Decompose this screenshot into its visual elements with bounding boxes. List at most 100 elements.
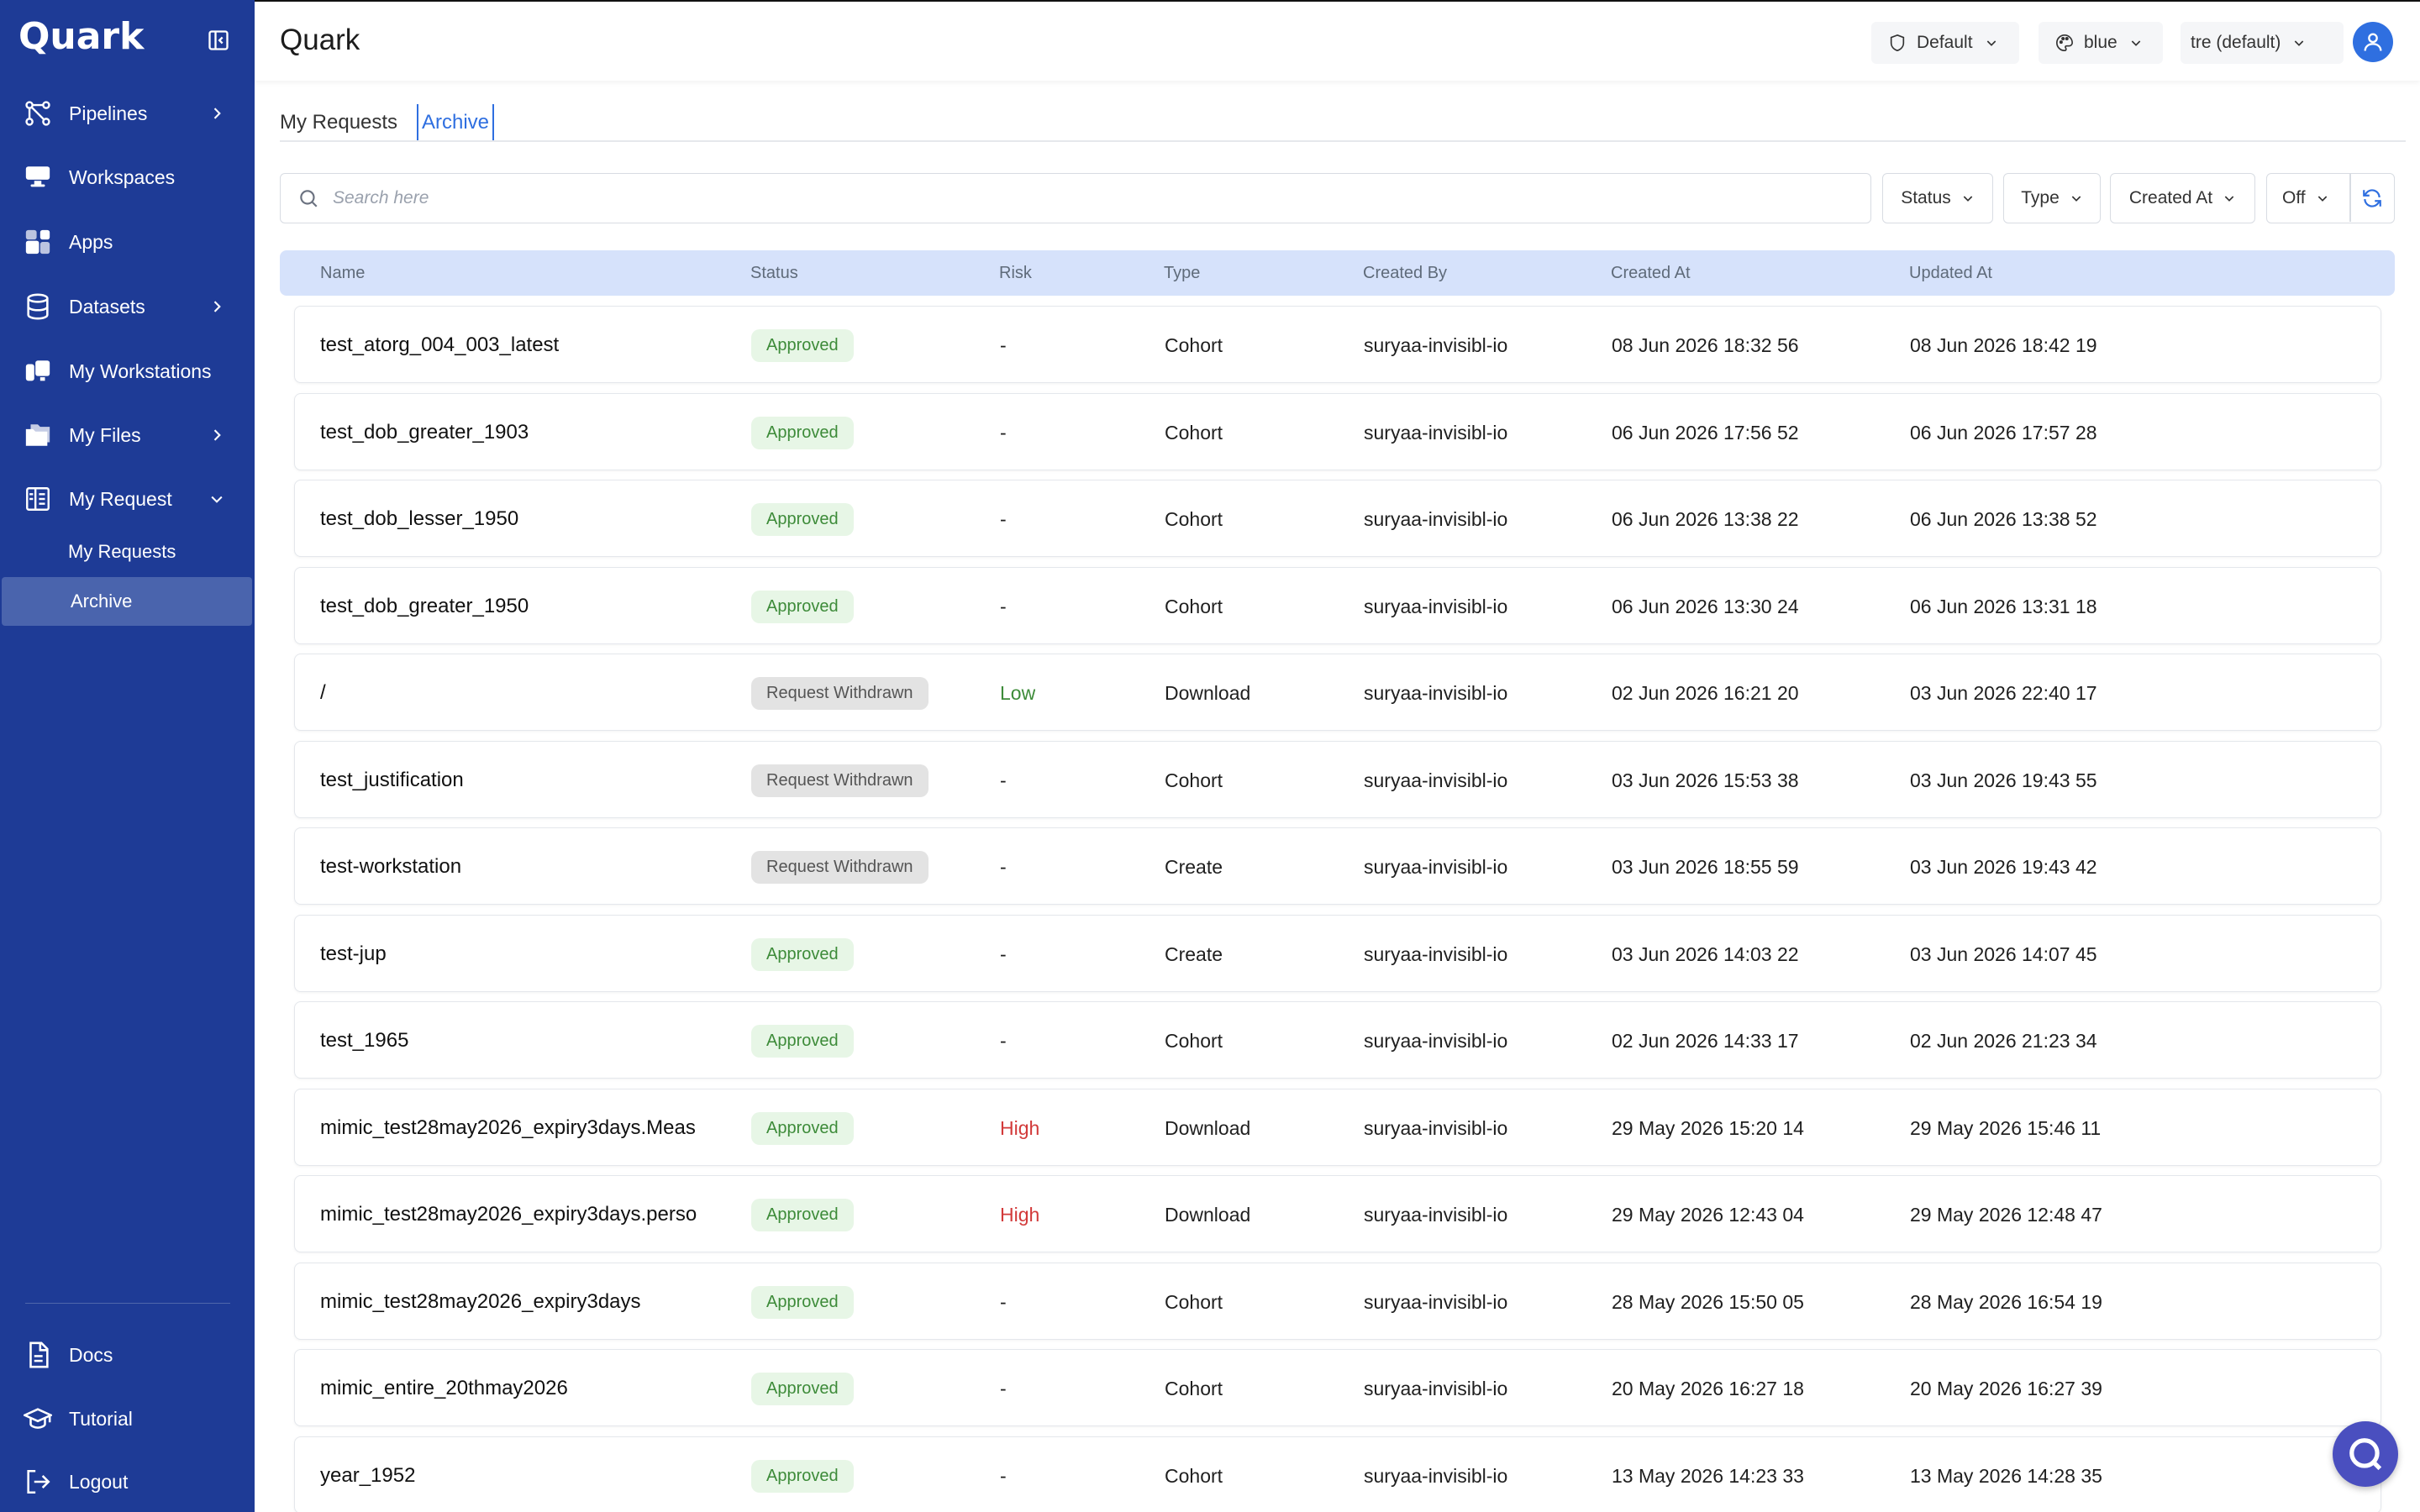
cell-updated-at: 03 Jun 2026 19:43 42: [1910, 828, 2097, 906]
status-badge: Approved: [751, 1285, 854, 1319]
cell-name-text: mimic_test28may2026_expiry3days.perso: [320, 1203, 697, 1226]
cell-created-by-text: suryaa-invisibl-io: [1364, 769, 1508, 791]
table-row[interactable]: test_dob_greater_1950 Approved - Cohort sury…: [294, 567, 2381, 644]
column-header-created-at[interactable]: Created At: [1611, 250, 1691, 296]
sidebar-item-tutorial[interactable]: Tutorial: [0, 1391, 255, 1446]
sidebar-item-my-files[interactable]: My Files: [0, 407, 255, 463]
tenant-select[interactable]: tre (default): [2181, 22, 2344, 64]
cell-created-by-text: suryaa-invisibl-io: [1364, 855, 1508, 878]
sidebar-item-logout[interactable]: Logout: [0, 1454, 255, 1509]
avatar[interactable]: [2353, 22, 2393, 62]
table-row[interactable]: mimic_test28may2026_expiry3days Approved -…: [294, 1263, 2381, 1340]
table-row[interactable]: / Request Withdrawn Low Download suryaa-invi…: [294, 654, 2381, 731]
column-header-status[interactable]: Status: [750, 250, 798, 296]
cell-status: Approved: [751, 1002, 854, 1079]
cell-updated-at-text: 13 May 2026 14:28 35: [1910, 1464, 2102, 1487]
sidebar-subitem-archive[interactable]: Archive: [2, 577, 252, 626]
cell-updated-at: 03 Jun 2026 22:40 17: [1910, 654, 2097, 732]
cell-type-text: Cohort: [1165, 333, 1223, 356]
cell-type: Cohort: [1165, 1002, 1223, 1079]
cell-risk-text: High: [1000, 1116, 1040, 1139]
cell-risk-text: -: [1000, 1464, 1007, 1487]
auto-refresh-select[interactable]: Off: [2266, 173, 2395, 223]
refresh-icon[interactable]: [2361, 187, 2383, 209]
sidebar-item-label: My Request: [69, 487, 172, 510]
sidebar-item-apps[interactable]: Apps: [0, 214, 255, 270]
cell-type: Download: [1165, 654, 1250, 732]
table-row[interactable]: test_1965 Approved - Cohort suryaa-invisibl-…: [294, 1001, 2381, 1079]
chevron-down-icon: [211, 496, 223, 503]
status-badge: Approved: [751, 590, 854, 623]
search-icon: [300, 190, 318, 207]
column-header-created-by[interactable]: Created By: [1363, 250, 1447, 296]
search-input[interactable]: [333, 188, 1761, 208]
sidebar-item-docs[interactable]: Docs: [0, 1327, 255, 1383]
cell-risk-text: -: [1000, 595, 1007, 617]
help-chat-button[interactable]: [2333, 1421, 2398, 1487]
sidebar-item-label: Workspaces: [69, 165, 176, 188]
cell-created-at: 03 Jun 2026 15:53 38: [1612, 742, 1799, 819]
files-icon: [25, 424, 50, 446]
search-box[interactable]: [280, 173, 1871, 223]
cell-created-at: 02 Jun 2026 14:33 17: [1612, 1002, 1799, 1079]
status-filter[interactable]: Status: [1882, 173, 1993, 223]
refresh-divider: [2349, 174, 2351, 222]
cell-updated-at: 28 May 2026 16:54 19: [1910, 1263, 2102, 1341]
sidebar-subitem-label: Archive: [71, 591, 133, 612]
cell-name-text: test_dob_lesser_1950: [320, 507, 519, 530]
column-header-updated-at[interactable]: Updated At: [1909, 250, 1992, 296]
theme-select[interactable]: blue: [2039, 22, 2163, 64]
table-row[interactable]: test_justification Request Withdrawn - Coho…: [294, 741, 2381, 818]
brand-logo[interactable]: Quark: [18, 15, 144, 58]
table-row[interactable]: mimic_test28may2026_expiry3days.Meas Appr…: [294, 1089, 2381, 1166]
table-row[interactable]: test-workstation Request Withdrawn - Create…: [294, 827, 2381, 905]
pipelines-icon: [25, 101, 50, 126]
cell-name-text: /: [320, 681, 326, 704]
table-row[interactable]: mimic_test28may2026_expiry3days.perso App…: [294, 1175, 2381, 1252]
cell-status: Approved: [751, 1089, 854, 1167]
chevron-down-icon: [2295, 40, 2304, 46]
sidebar-item-my-request[interactable]: My Request: [0, 471, 255, 527]
cell-updated-at-text: 28 May 2026 16:54 19: [1910, 1290, 2102, 1313]
cell-created-at: 29 May 2026 12:43 04: [1612, 1176, 1804, 1253]
sidebar-item-label: Logout: [69, 1470, 129, 1493]
cell-name: test_dob_lesser_1950: [320, 480, 702, 558]
tab-my-requests[interactable]: My Requests: [280, 104, 397, 141]
cell-created-at-text: 20 May 2026 16:27 18: [1612, 1377, 1804, 1399]
cell-updated-at-text: 08 Jun 2026 18:42 19: [1910, 333, 2097, 356]
column-header-type[interactable]: Type: [1164, 250, 1200, 296]
status-badge: Approved: [751, 416, 854, 449]
sidebar-item-label: My Files: [69, 423, 141, 446]
table-row[interactable]: test_dob_lesser_1950 Approved - Cohort surya…: [294, 480, 2381, 557]
sidebar-subitem-my-requests[interactable]: My Requests: [0, 528, 255, 576]
sidebar-item-pipelines[interactable]: Pipelines: [0, 86, 255, 141]
status-badge: Approved: [751, 502, 854, 536]
table-row[interactable]: test_atorg_004_003_latest Approved - Cohort…: [294, 306, 2381, 383]
type-filter[interactable]: Type: [2003, 173, 2101, 223]
cell-created-by: suryaa-invisibl-io: [1364, 394, 1507, 471]
cell-created-at: 28 May 2026 15:50 05: [1612, 1263, 1804, 1341]
cell-risk: -: [1000, 480, 1007, 558]
sidebar-item-my-workstations[interactable]: My Workstations: [0, 344, 255, 399]
table-row[interactable]: year_1952 Approved - Cohort suryaa-invisibl-…: [294, 1436, 2381, 1512]
cell-created-by: suryaa-invisibl-io: [1364, 1263, 1507, 1341]
cell-status: Approved: [751, 1263, 854, 1341]
table-row[interactable]: mimic_entire_20thmay2026 Approved - Cohort s…: [294, 1349, 2381, 1426]
table-row[interactable]: test-jup Approved - Create suryaa-invisibl-i…: [294, 915, 2381, 992]
created-at-filter[interactable]: Created At: [2110, 173, 2255, 223]
sidebar-item-workspaces[interactable]: Workspaces: [0, 150, 255, 205]
cell-updated-at: 06 Jun 2026 13:38 52: [1910, 480, 2097, 558]
cell-created-at-text: 06 Jun 2026 13:30 24: [1612, 595, 1799, 617]
sidebar-subitem-label: My Requests: [68, 541, 176, 562]
collapse-sidebar-icon[interactable]: [207, 29, 230, 52]
column-header-risk[interactable]: Risk: [999, 250, 1032, 296]
tab-archive[interactable]: Archive: [417, 104, 495, 141]
policy-select[interactable]: Default: [1871, 22, 2019, 64]
apps-icon: [25, 229, 50, 255]
shield-icon: [1890, 34, 1905, 52]
sidebar-item-label: Tutorial: [69, 1407, 133, 1430]
chevron-down-icon: [1986, 40, 1996, 46]
column-header-name[interactable]: Name: [320, 250, 365, 296]
sidebar-item-datasets[interactable]: Datasets: [0, 279, 255, 334]
table-row[interactable]: test_dob_greater_1903 Approved - Cohort sury…: [294, 393, 2381, 470]
